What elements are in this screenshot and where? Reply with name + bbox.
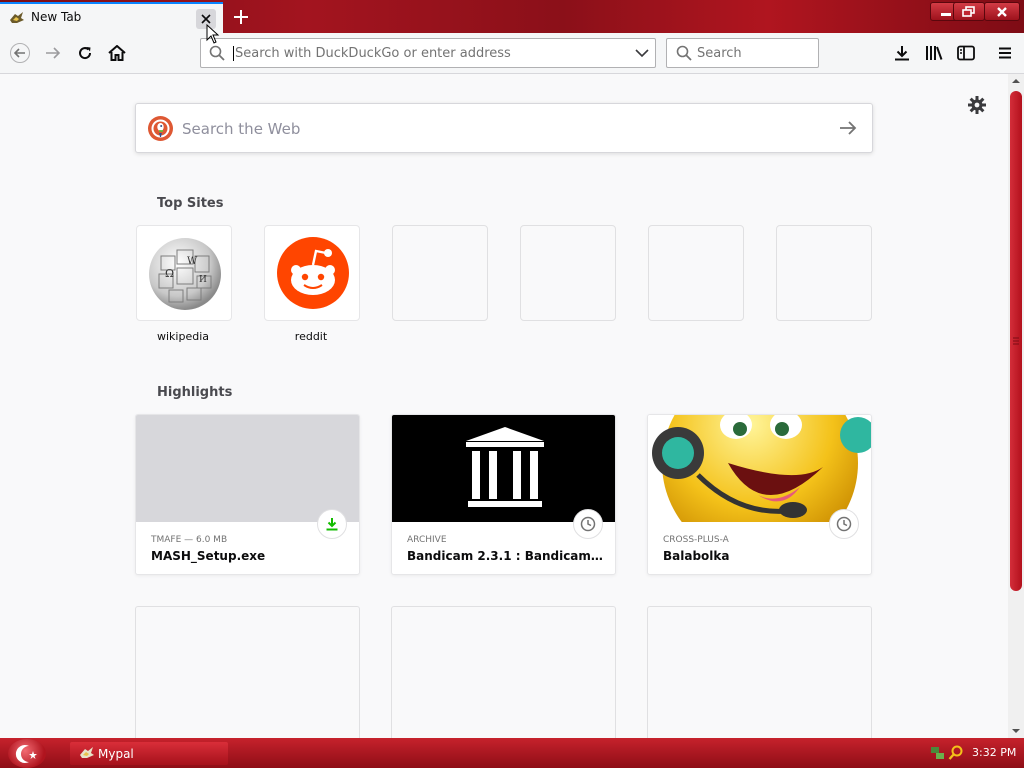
search-icon — [676, 45, 692, 61]
library-icon — [926, 46, 943, 60]
search-bar[interactable]: Search — [666, 38, 819, 68]
highlight-title: Balabolka — [663, 549, 730, 563]
taskbar-item-mypal[interactable]: Mypal — [70, 742, 228, 765]
menu-button[interactable] — [990, 39, 1020, 67]
highlights-heading: Highlights — [157, 385, 233, 400]
new-tab-page: Search the Web Top Sites Ω W И wikipedia — [0, 74, 1008, 746]
plus-icon — [234, 10, 248, 24]
restore-icon — [962, 5, 975, 17]
close-window-button[interactable] — [984, 2, 1020, 21]
highlight-placeholder — [647, 606, 872, 746]
taskbar-item-label: Mypal — [98, 747, 134, 761]
scroll-down-arrow-icon[interactable] — [1008, 724, 1024, 738]
search-icon — [209, 45, 225, 61]
highlight-card[interactable]: CROSS-PLUS-A Balabolka — [647, 414, 872, 575]
highlight-source: TMAFE — 6.0 MB — [151, 535, 228, 545]
tab-new-tab[interactable]: New Tab — [0, 2, 223, 33]
top-site-tile[interactable] — [264, 225, 360, 321]
new-tab-button[interactable] — [230, 6, 252, 28]
download-icon — [326, 518, 338, 531]
hamburger-menu-icon — [999, 47, 1011, 59]
mouse-pointer-icon — [206, 24, 220, 44]
navigation-toolbar: Search with DuckDuckGo or enter address … — [0, 33, 1024, 74]
top-site-tile[interactable]: Ω W И — [136, 225, 232, 321]
forward-button[interactable] — [38, 39, 68, 67]
svg-text:И: И — [199, 275, 207, 285]
top-site-placeholder — [392, 225, 488, 321]
back-button[interactable] — [5, 39, 35, 67]
highlight-thumbnail — [136, 415, 359, 522]
arrow-right-icon[interactable] — [838, 119, 858, 137]
reload-button[interactable] — [70, 39, 100, 67]
mypal-browser-icon — [80, 747, 94, 758]
gear-icon[interactable] — [966, 94, 988, 116]
address-bar[interactable]: Search with DuckDuckGo or enter address — [200, 38, 656, 68]
web-search-input[interactable]: Search the Web — [182, 120, 300, 138]
taskbar: Mypal 3:32 PM — [0, 738, 1024, 768]
highlight-title: MASH_Setup.exe — [151, 549, 266, 563]
chevron-down-icon[interactable] — [635, 47, 649, 59]
back-arrow-icon — [10, 43, 30, 63]
close-icon — [201, 14, 211, 24]
home-button[interactable] — [102, 39, 132, 67]
home-icon — [108, 45, 126, 61]
network-tray-icon[interactable] — [930, 745, 946, 761]
download-icon — [895, 46, 909, 61]
highlight-title: Bandicam 2.3.1 : Bandicam : Free Downloa… — [407, 549, 607, 563]
wikipedia-globe-icon: Ω W И — [149, 238, 221, 310]
scrollbar-thumb[interactable] — [1010, 91, 1022, 591]
sidebar-button[interactable] — [951, 39, 981, 67]
top-site-placeholder — [776, 225, 872, 321]
vertical-scrollbar[interactable] — [1008, 74, 1024, 738]
svg-text:Ω: Ω — [165, 267, 174, 280]
downloads-button[interactable] — [887, 39, 917, 67]
highlight-thumbnail — [648, 415, 871, 561]
address-input[interactable]: Search with DuckDuckGo or enter address — [233, 46, 511, 61]
duckduckgo-logo-icon — [148, 116, 173, 141]
reload-icon — [79, 47, 92, 60]
svg-text:W: W — [187, 256, 198, 267]
highlight-type-badge — [573, 509, 603, 539]
search-tray-icon[interactable] — [948, 745, 964, 761]
top-site-placeholder — [648, 225, 744, 321]
grip-icon — [1013, 337, 1019, 345]
system-clock[interactable]: 3:32 PM — [972, 746, 1016, 759]
highlight-card[interactable]: TMAFE — 6.0 MB MASH_Setup.exe — [135, 414, 360, 575]
top-site-label[interactable]: wikipedia — [135, 330, 231, 343]
clock-icon — [836, 516, 852, 532]
balabolka-smiley-icon — [652, 415, 871, 561]
highlight-source: CROSS-PLUS-A — [663, 535, 729, 545]
top-site-placeholder — [520, 225, 616, 321]
minimize-icon — [941, 12, 951, 16]
mypal-browser-icon — [10, 12, 24, 23]
search-input[interactable]: Search — [697, 46, 742, 61]
tab-title: New Tab — [31, 10, 82, 24]
highlight-source: ARCHIVE — [407, 535, 447, 545]
scroll-up-arrow-icon[interactable] — [1008, 74, 1024, 88]
close-icon — [997, 6, 1007, 17]
reddit-alien-icon — [277, 237, 349, 309]
library-button[interactable] — [919, 39, 949, 67]
sidebar-icon — [957, 45, 975, 61]
highlight-placeholder — [135, 606, 360, 746]
forward-arrow-icon — [46, 47, 61, 59]
start-button[interactable] — [8, 739, 46, 768]
web-search-box[interactable]: Search the Web — [135, 103, 873, 153]
internet-archive-logo-icon — [466, 427, 544, 507]
highlight-type-badge — [829, 509, 859, 539]
top-site-label[interactable]: reddit — [263, 330, 359, 343]
highlight-type-badge — [317, 509, 347, 539]
tab-strip: New Tab — [0, 0, 1024, 33]
clock-icon — [580, 516, 596, 532]
highlight-placeholder — [391, 606, 616, 746]
highlight-card[interactable]: ARCHIVE Bandicam 2.3.1 : Bandicam : Free… — [391, 414, 616, 575]
restore-button[interactable] — [953, 2, 985, 21]
highlight-thumbnail — [392, 415, 615, 522]
start-logo-icon — [15, 744, 37, 763]
top-sites-heading: Top Sites — [157, 196, 224, 211]
